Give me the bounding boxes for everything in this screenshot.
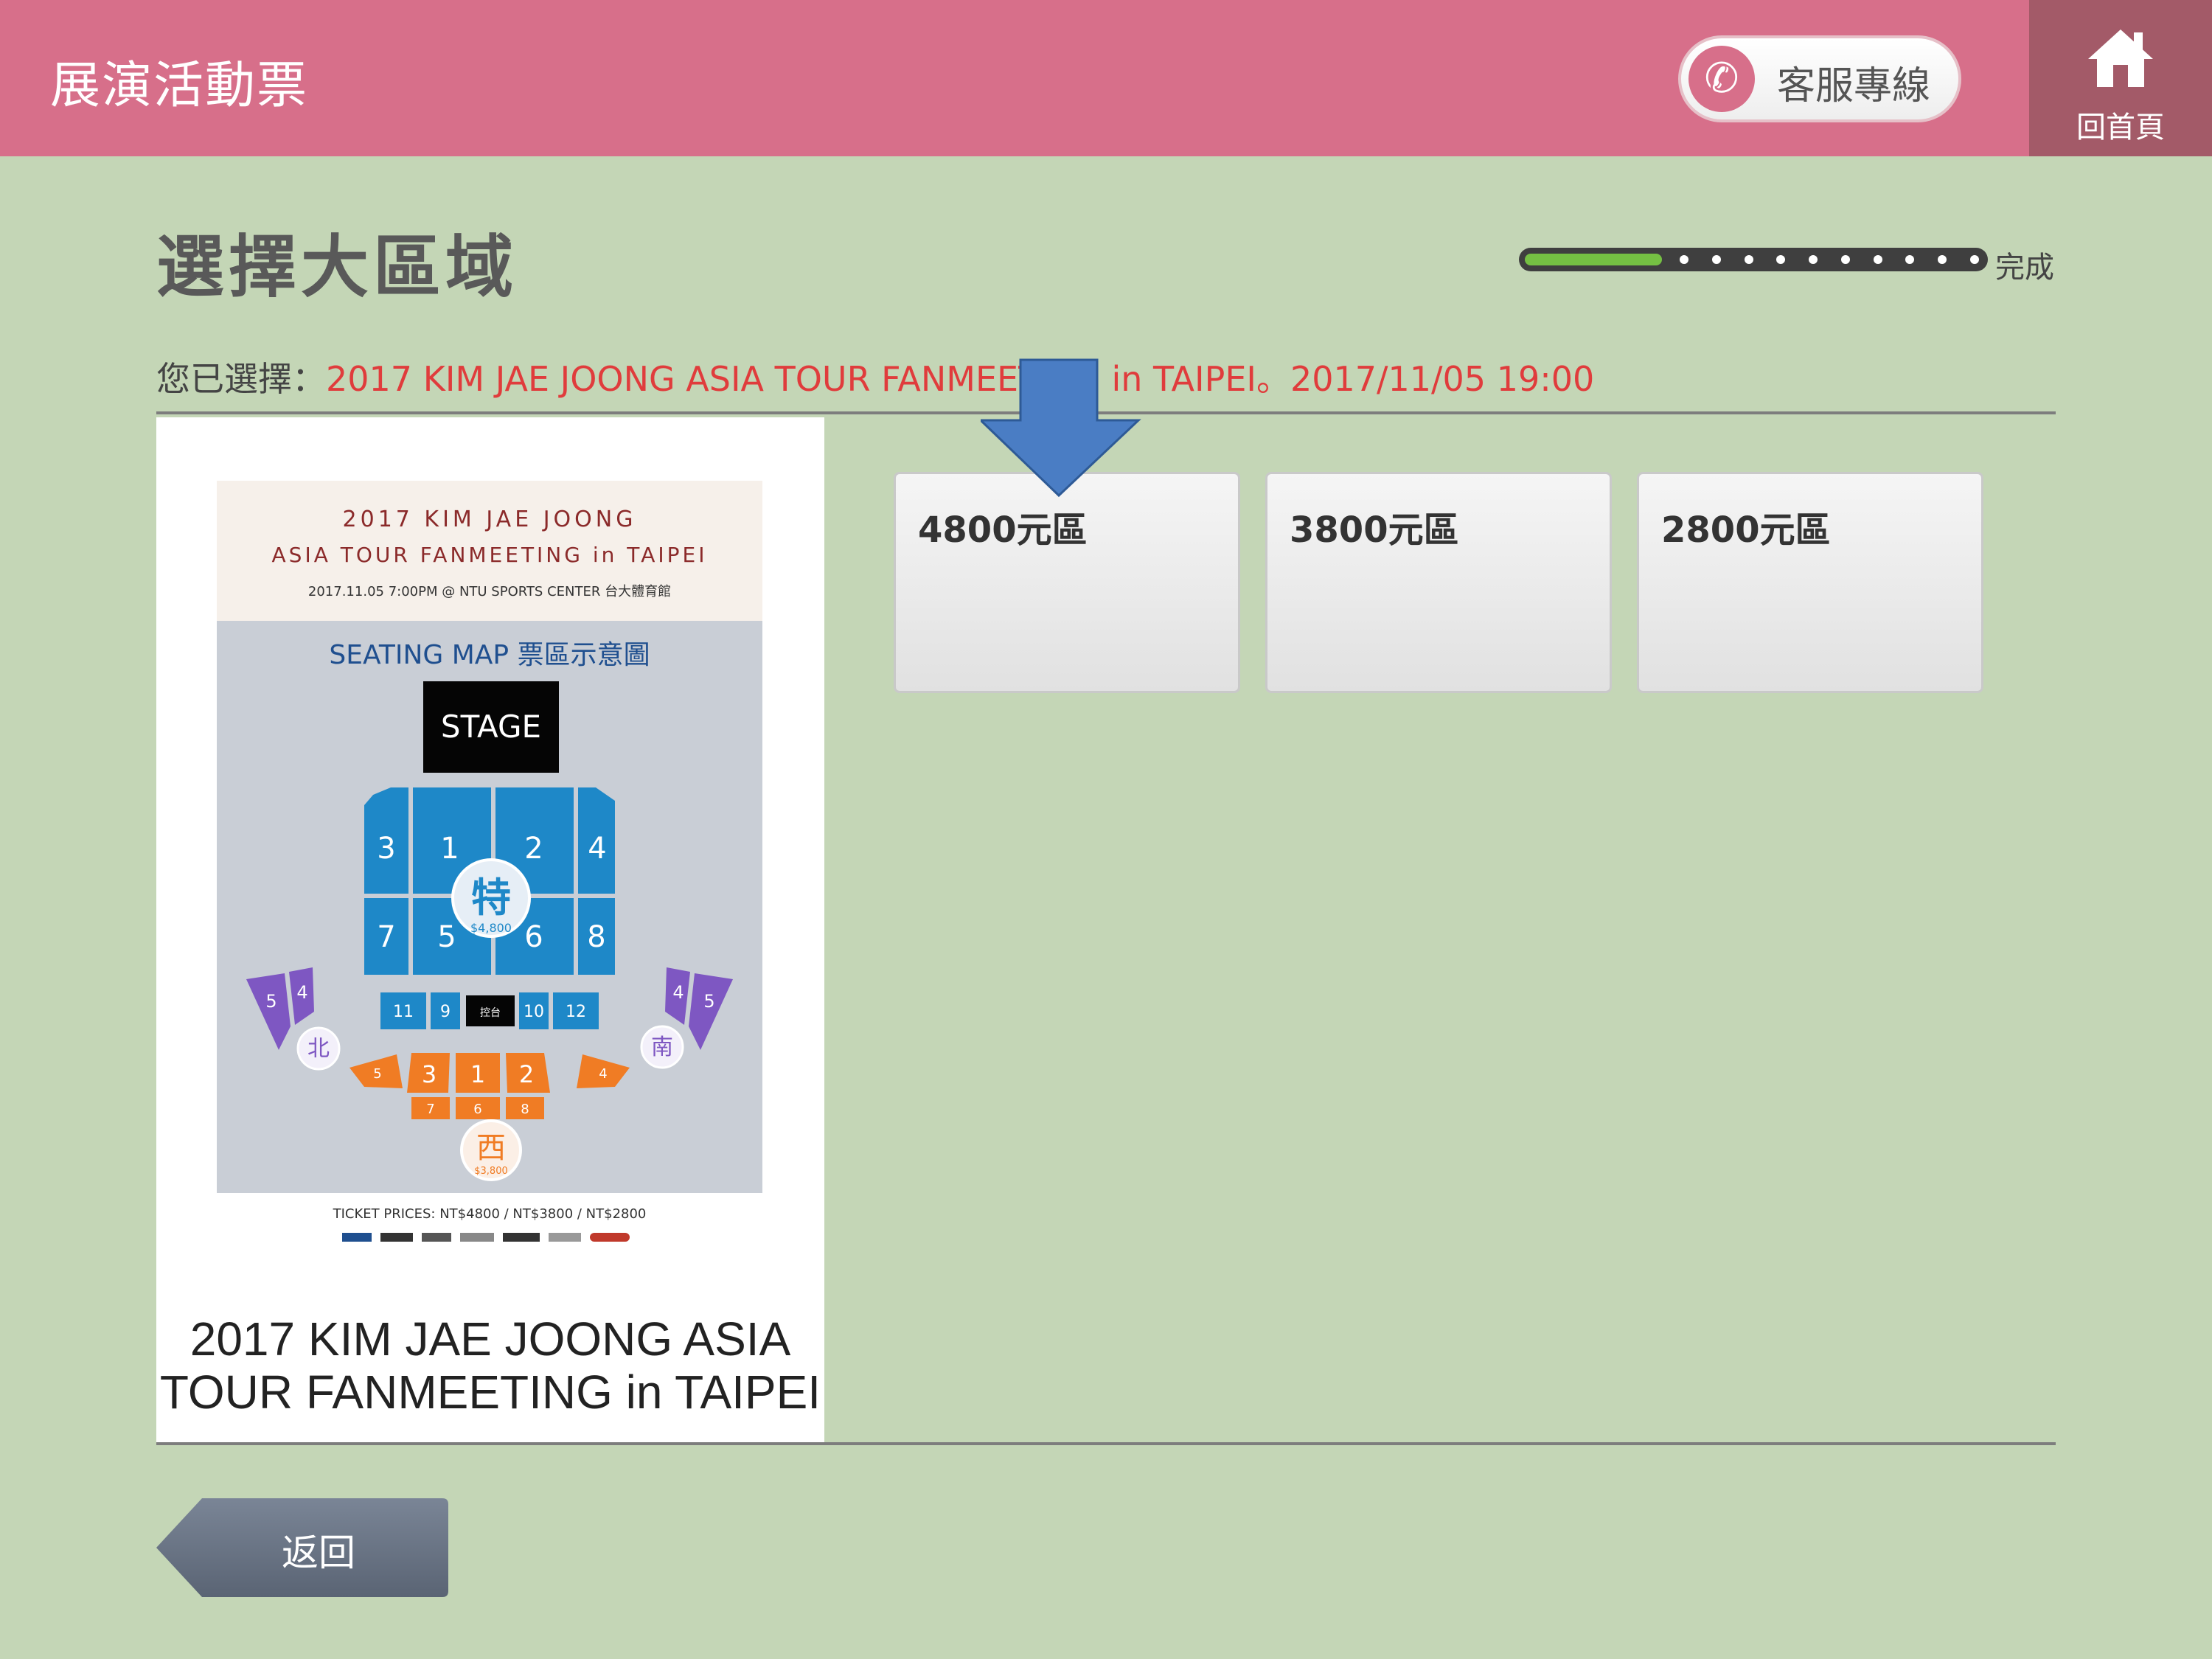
- zone-button-2800[interactable]: 2800元區: [1637, 472, 1983, 693]
- home-button[interactable]: 回首頁: [2029, 0, 2212, 156]
- west-label-4: 4: [599, 1066, 607, 1082]
- seating-map-poster: 2017 KIM JAE JOONG ASIA TOUR FANMEETING …: [217, 481, 762, 1253]
- west-label: 西: [476, 1131, 506, 1165]
- top-bar: 展演活動票 ✆ 客服專線 回首頁: [0, 0, 2212, 156]
- progress-step-dot: [1745, 255, 1753, 264]
- seat-label-11: 11: [393, 1003, 414, 1021]
- seat-label-4: 4: [588, 832, 606, 866]
- selection-summary: 您已選擇：2017 KIM JAE JOONG ASIA TOUR FANMEE…: [156, 352, 1594, 401]
- customer-service-label: 客服專線: [1777, 64, 1931, 108]
- progress-step-dot: [1874, 255, 1882, 264]
- divider-bottom: [156, 1442, 2056, 1445]
- home-icon: [2088, 29, 2153, 87]
- seat-label-7: 7: [377, 920, 395, 954]
- seat-label-8: 8: [587, 920, 605, 954]
- page-title: 選擇大區域: [156, 228, 518, 307]
- progress-step-dot: [1776, 255, 1785, 264]
- seat-label-1: 1: [440, 832, 459, 866]
- event-name: 2017 KIM JAE JOONG ASIA TOUR FANMEETING …: [159, 1312, 821, 1419]
- seat-label-2: 2: [524, 832, 543, 866]
- west-label-6: 6: [473, 1102, 481, 1117]
- progress-step-dot: [1970, 255, 1979, 264]
- special-zone-price: $4,800: [470, 921, 512, 935]
- app-title: 展演活動票: [50, 57, 309, 115]
- poster-line1: 2017 KIM JAE JOONG: [343, 507, 637, 532]
- seat-label-12: 12: [566, 1003, 586, 1021]
- control-desk-label: 控台: [480, 1007, 501, 1019]
- seat-label-10: 10: [524, 1003, 544, 1021]
- seat-label-3: 3: [377, 832, 395, 866]
- customer-service-button[interactable]: ✆ 客服專線: [1678, 35, 1961, 122]
- west-label-5: 5: [373, 1066, 381, 1082]
- west-label-8: 8: [521, 1102, 529, 1117]
- north-label-4: 4: [296, 982, 307, 1003]
- stage-label: STAGE: [441, 709, 541, 745]
- progress-label: 完成: [1995, 251, 2054, 285]
- north-label-5: 5: [265, 991, 276, 1012]
- special-zone-label: 特: [471, 874, 511, 921]
- seat-label-9: 9: [440, 1003, 451, 1021]
- zone-label-4800: 4800元區: [918, 509, 1088, 551]
- west-label-3: 3: [422, 1060, 437, 1088]
- progress-step-dot: [1680, 255, 1688, 264]
- event-poster-panel: 2017 KIM JAE JOONG ASIA TOUR FANMEETING …: [156, 417, 824, 1444]
- zone-button-3800[interactable]: 3800元區: [1265, 472, 1612, 693]
- south-label: 南: [651, 1034, 673, 1060]
- south-label-5: 5: [703, 991, 714, 1012]
- progress-step-dot: [1809, 255, 1818, 264]
- selection-prefix: 您已選擇：: [156, 359, 326, 399]
- down-arrow-icon: [981, 358, 1141, 498]
- poster-line3: 2017.11.05 7:00PM @ NTU SPORTS CENTER 台大…: [308, 584, 671, 599]
- back-label: 返回: [282, 1531, 355, 1574]
- seating-map-title: SEATING MAP 票區示意圖: [329, 640, 650, 670]
- progress-step-dot: [1938, 255, 1947, 264]
- progress-bar: [1519, 248, 1988, 271]
- phone-icon: ✆: [1688, 46, 1755, 112]
- zone-label-2800: 2800元區: [1661, 509, 1831, 551]
- zone-button-4800[interactable]: 4800元區: [894, 472, 1240, 693]
- progress-fill: [1525, 254, 1662, 265]
- poster-line2: ASIA TOUR FANMEETING in TAIPEI: [272, 543, 708, 567]
- west-label-7: 7: [426, 1102, 434, 1117]
- south-label-4: 4: [672, 982, 684, 1003]
- progress-step-dot: [1841, 255, 1850, 264]
- west-price: $3,800: [474, 1166, 508, 1177]
- back-button[interactable]: 返回: [156, 1497, 448, 1599]
- ticket-prices: TICKET PRICES: NT$4800 / NT$3800 / NT$28…: [333, 1206, 647, 1222]
- home-label: 回首頁: [2076, 111, 2165, 145]
- progress-step-dot: [1905, 255, 1914, 264]
- seat-label-5: 5: [437, 920, 456, 954]
- progress-step-dot: [1712, 255, 1721, 264]
- seat-label-6: 6: [524, 920, 543, 954]
- zone-label-3800: 3800元區: [1290, 509, 1459, 551]
- west-label-1: 1: [470, 1060, 485, 1088]
- north-label: 北: [307, 1036, 330, 1062]
- west-label-2: 2: [519, 1060, 534, 1088]
- selected-event: 2017 KIM JAE JOONG ASIA TOUR FANMEETING …: [326, 359, 1595, 399]
